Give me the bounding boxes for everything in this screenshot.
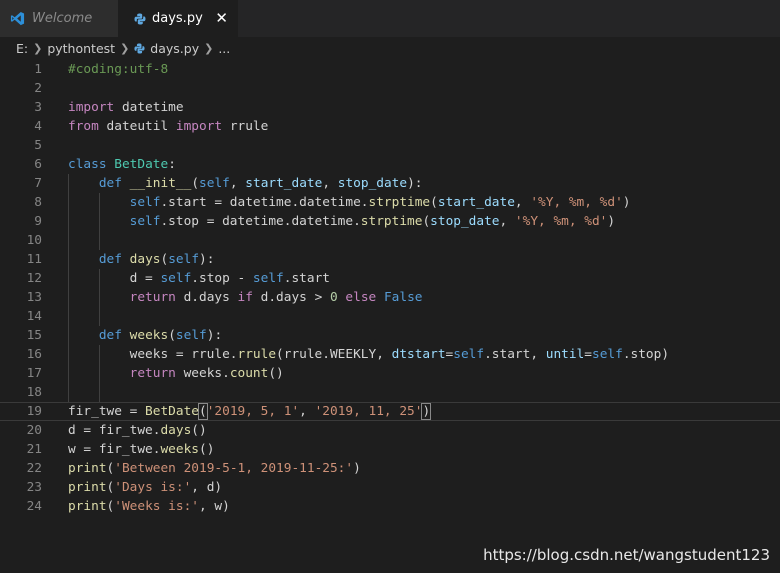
code-line[interactable]: 10 bbox=[0, 231, 780, 250]
line-number: 2 bbox=[34, 81, 42, 96]
line-number: 12 bbox=[26, 271, 42, 286]
chevron-right-icon: ❯ bbox=[120, 41, 130, 55]
tab-days-py[interactable]: days.py ✕ bbox=[118, 0, 238, 37]
line-number: 3 bbox=[34, 100, 42, 115]
code-line[interactable]: 7 def __init__(self, start_date, stop_da… bbox=[0, 174, 780, 193]
line-number: 7 bbox=[34, 176, 42, 191]
breadcrumb: E: ❯ pythontest ❯ days.py ❯ ... bbox=[0, 37, 780, 59]
indent-guide bbox=[99, 193, 100, 250]
watermark: https://blog.csdn.net/wangstudent123 bbox=[483, 546, 770, 564]
breadcrumb-folder[interactable]: pythontest bbox=[47, 41, 115, 56]
code-line[interactable]: 24 print('Weeks is:', w) bbox=[0, 497, 780, 516]
code-line[interactable]: 19 fir_twe = BetDate('2019, 5, 1', '2019,… bbox=[0, 402, 780, 421]
tab-welcome[interactable]: Welcome bbox=[0, 0, 118, 37]
python-icon bbox=[134, 13, 146, 24]
chevron-right-icon: ❯ bbox=[33, 41, 43, 55]
code-text[interactable]: #coding:utf-8 bbox=[68, 60, 168, 79]
code-text[interactable]: return d.days if d.days > 0 else False bbox=[68, 288, 423, 307]
tab-bar: Welcome days.py ✕ bbox=[0, 0, 780, 37]
vscode-icon bbox=[10, 11, 25, 26]
line-number: 18 bbox=[26, 385, 42, 400]
line-number: 17 bbox=[26, 366, 42, 381]
code-line[interactable]: 21 w = fir_twe.weeks() bbox=[0, 440, 780, 459]
tab-days-py-label: days.py bbox=[152, 11, 203, 26]
line-number: 4 bbox=[34, 119, 42, 134]
code-text[interactable]: d = fir_twe.days() bbox=[68, 421, 207, 440]
code-text[interactable]: def days(self): bbox=[68, 250, 215, 269]
indent-guide bbox=[99, 269, 100, 326]
indent-guide bbox=[68, 174, 69, 402]
breadcrumb-more[interactable]: ... bbox=[218, 41, 230, 56]
code-line[interactable]: 1 #coding:utf-8 bbox=[0, 60, 780, 79]
line-number: 14 bbox=[26, 309, 42, 324]
close-icon[interactable]: ✕ bbox=[215, 9, 228, 27]
code-text[interactable]: class BetDate: bbox=[68, 155, 176, 174]
code-text[interactable]: print('Between 2019-5-1, 2019-11-25:') bbox=[68, 459, 361, 478]
indent-guide bbox=[99, 345, 100, 402]
tab-welcome-label: Welcome bbox=[32, 11, 93, 26]
line-number: 20 bbox=[26, 423, 42, 438]
code-text[interactable]: import datetime bbox=[68, 98, 184, 117]
line-number: 23 bbox=[26, 480, 42, 495]
code-text[interactable]: fir_twe = BetDate('2019, 5, 1', '2019, 1… bbox=[68, 403, 432, 420]
code-text[interactable]: w = fir_twe.weeks() bbox=[68, 440, 214, 459]
breadcrumb-file[interactable]: days.py bbox=[150, 41, 199, 56]
line-number: 19 bbox=[26, 404, 42, 419]
line-number: 6 bbox=[34, 157, 42, 172]
line-number: 11 bbox=[26, 252, 42, 267]
code-line[interactable]: 23 print('Days is:', d) bbox=[0, 478, 780, 497]
code-line[interactable]: 5 bbox=[0, 136, 780, 155]
line-number: 22 bbox=[26, 461, 42, 476]
code-line[interactable]: 12 d = self.stop - self.start bbox=[0, 269, 780, 288]
code-line[interactable]: 9 self.stop = datetime.datetime.strptime… bbox=[0, 212, 780, 231]
code-text[interactable]: return weeks.count() bbox=[68, 364, 284, 383]
line-number: 1 bbox=[34, 62, 42, 77]
line-number: 13 bbox=[26, 290, 42, 305]
code-line[interactable]: 16 weeks = rrule.rrule(rrule.WEEKLY, dts… bbox=[0, 345, 780, 364]
code-line[interactable]: 2 bbox=[0, 79, 780, 98]
chevron-right-icon: ❯ bbox=[204, 41, 214, 55]
code-line[interactable]: 17 return weeks.count() bbox=[0, 364, 780, 383]
line-number: 8 bbox=[34, 195, 42, 210]
breadcrumb-drive[interactable]: E: bbox=[16, 41, 28, 56]
code-line[interactable]: 13 return d.days if d.days > 0 else Fals… bbox=[0, 288, 780, 307]
code-line[interactable]: 6 class BetDate: bbox=[0, 155, 780, 174]
code-text[interactable]: weeks = rrule.rrule(rrule.WEEKLY, dtstar… bbox=[68, 345, 669, 364]
code-line[interactable]: 14 bbox=[0, 307, 780, 326]
code-line[interactable]: 20 d = fir_twe.days() bbox=[0, 421, 780, 440]
code-text[interactable]: from dateutil import rrule bbox=[68, 117, 268, 136]
code-line[interactable]: 3 import datetime bbox=[0, 98, 780, 117]
code-line[interactable]: 18 bbox=[0, 383, 780, 402]
python-icon bbox=[134, 42, 145, 54]
code-text[interactable]: def __init__(self, start_date, stop_date… bbox=[68, 174, 423, 193]
code-line[interactable]: 11 def days(self): bbox=[0, 250, 780, 269]
line-number: 10 bbox=[26, 233, 42, 248]
code-text[interactable]: print('Weeks is:', w) bbox=[68, 497, 230, 516]
line-number: 16 bbox=[26, 347, 42, 362]
line-number: 9 bbox=[34, 214, 42, 229]
line-number: 21 bbox=[26, 442, 42, 457]
line-number: 5 bbox=[34, 138, 42, 153]
code-line[interactable]: 22 print('Between 2019-5-1, 2019-11-25:') bbox=[0, 459, 780, 478]
code-text[interactable]: d = self.stop - self.start bbox=[68, 269, 330, 288]
line-number: 24 bbox=[26, 499, 42, 514]
code-text[interactable]: print('Days is:', d) bbox=[68, 478, 222, 497]
code-line[interactable]: 8 self.start = datetime.datetime.strptim… bbox=[0, 193, 780, 212]
code-text[interactable]: self.start = datetime.datetime.strptime(… bbox=[68, 193, 631, 212]
code-line[interactable]: 15 def weeks(self): bbox=[0, 326, 780, 345]
line-number: 15 bbox=[26, 328, 42, 343]
code-text[interactable]: self.stop = datetime.datetime.strptime(s… bbox=[68, 212, 615, 231]
code-line[interactable]: 4 from dateutil import rrule bbox=[0, 117, 780, 136]
code-text[interactable]: def weeks(self): bbox=[68, 326, 222, 345]
